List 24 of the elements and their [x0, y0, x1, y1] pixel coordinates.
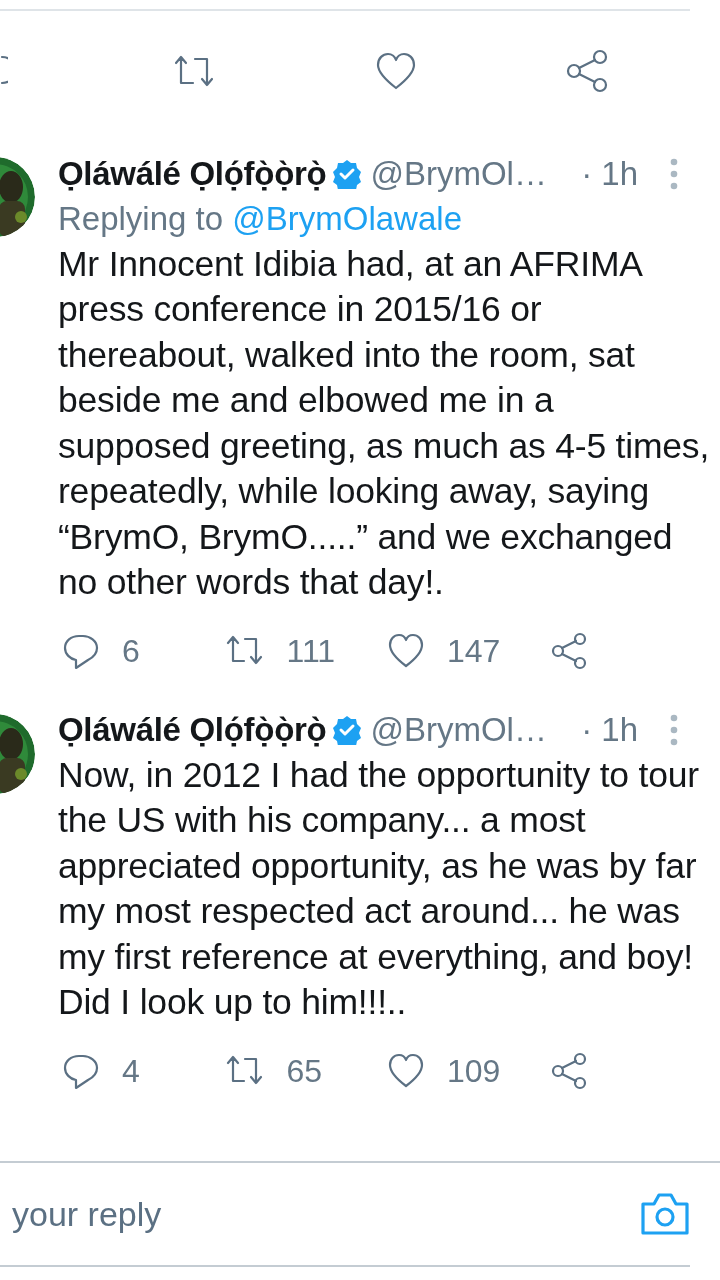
user-handle[interactable]: @BrymOl… [370, 148, 547, 199]
like-count: 109 [447, 1051, 501, 1091]
user-name[interactable]: Ọláwálé Ọlọ́fọ̀ọ̀rọ̀ [58, 148, 327, 199]
reply-count: 6 [122, 631, 140, 671]
user-handle[interactable]: @BrymOl… [370, 705, 547, 755]
reply-count: 4 [122, 1051, 140, 1091]
share-icon[interactable] [549, 1051, 588, 1090]
tweet-text: Now, in 2012 I had the opportunity to tour the US with his company... a most appreciated opportunity, as he was by far my most respected act around... he was my first reference at everything, and boy! Did I look up to him!!!.. [58, 753, 700, 1024]
share-icon[interactable] [549, 631, 588, 670]
share-icon[interactable] [566, 49, 610, 93]
mention-link[interactable]: @BrymOlawale [232, 200, 462, 237]
user-name[interactable]: Ọláwálé Ọlọ́fọ̀ọ̀rọ̀ [58, 705, 327, 755]
like-icon[interactable] [387, 1051, 425, 1090]
tweet-time: · 1h [581, 153, 638, 194]
like-icon[interactable] [387, 631, 425, 670]
tweet-time: · 1h [581, 710, 638, 751]
reply-field[interactable]: your reply [0, 1187, 640, 1241]
replying-label: Replying to [58, 200, 224, 237]
like-count: 147 [447, 631, 501, 671]
retweet-count: 111 [286, 631, 336, 671]
retweet-count: 65 [286, 1051, 323, 1091]
tweet-text: Mr Innocent Idibia had, at an AFRIMA press conference in 2015/16 or thereabout, walked into the room, sat beside me and elbowed me in a supposed greeting, as much as 4-5 times, repeatedly, while looking away, saying “BrymO, BrymO.....” and we exchanged no other words that day!. [58, 242, 711, 604]
camera-icon[interactable] [640, 1192, 690, 1236]
like-icon[interactable] [374, 51, 418, 91]
